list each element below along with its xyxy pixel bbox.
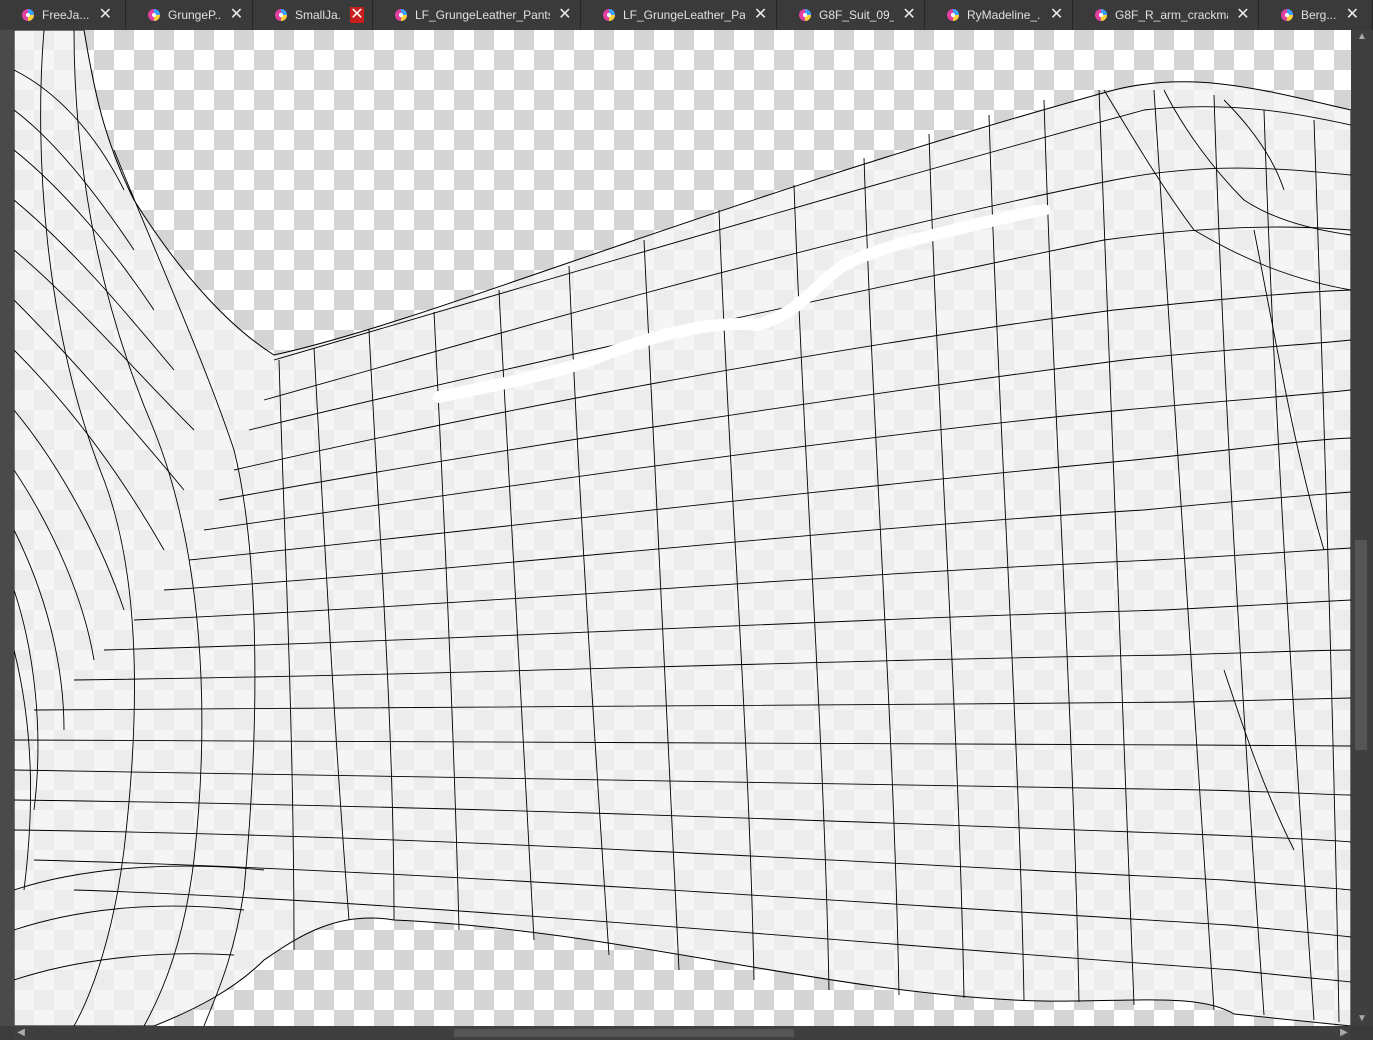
document-color-wheel-icon [1093, 7, 1109, 23]
scroll-down-arrow-icon[interactable]: ▼ [1357, 1014, 1367, 1024]
left-gutter [0, 30, 14, 1026]
document-color-wheel-icon [20, 7, 36, 23]
tab-title: G8F_Suit_09_... [819, 8, 894, 22]
document-color-wheel-icon [945, 7, 961, 23]
tab-title: LF_GrungeLeather_Pants... [415, 8, 550, 22]
scroll-right-arrow-icon[interactable]: ▶ [1339, 1028, 1349, 1038]
tab-5[interactable]: G8F_Suit_09_... ✕ [777, 0, 925, 30]
close-icon[interactable]: ✕ [753, 7, 768, 23]
vertical-scrollbar[interactable]: ▲ ▼ [1351, 30, 1373, 1026]
tab-3[interactable]: LF_GrungeLeather_Pants... ✕ [373, 0, 581, 30]
close-icon[interactable]: ✕ [1236, 7, 1250, 23]
tab-2[interactable]: SmallJa... ✕ [253, 0, 373, 30]
texture-canvas[interactable] [14, 30, 1351, 1026]
document-color-wheel-icon [393, 7, 409, 23]
close-icon[interactable]: ✕ [97, 7, 113, 23]
document-tab-bar: FreeJa... ✕ GrungeP... ✕ SmallJa... ✕ LF… [0, 0, 1373, 31]
horizontal-scrollbar[interactable]: ◀ ▶ [14, 1026, 1351, 1040]
close-icon[interactable]: ✕ [1344, 7, 1360, 23]
horizontal-scroll-thumb[interactable] [454, 1029, 794, 1037]
scrollbar-corner [1351, 1026, 1373, 1040]
tab-title: SmallJa... [295, 8, 342, 22]
close-icon[interactable]: ✕ [902, 7, 916, 23]
document-color-wheel-icon [1279, 7, 1295, 23]
tab-title: FreeJa... [42, 8, 90, 22]
tab-0[interactable]: FreeJa... ✕ [0, 0, 126, 30]
close-icon[interactable]: ✕ [558, 7, 572, 23]
close-icon[interactable]: ✕ [349, 7, 364, 23]
scroll-left-arrow-icon[interactable]: ◀ [16, 1028, 26, 1038]
tab-title: LF_GrungeLeather_Pa... [623, 8, 746, 22]
tab-title: Berg... [1301, 8, 1337, 22]
tab-4[interactable]: LF_GrungeLeather_Pa... ✕ [581, 0, 777, 30]
document-color-wheel-icon [146, 7, 162, 23]
scroll-up-arrow-icon[interactable]: ▲ [1357, 32, 1367, 42]
tab-1[interactable]: GrungeP... ✕ [126, 0, 253, 30]
close-icon[interactable]: ✕ [229, 7, 244, 23]
vertical-scroll-thumb[interactable] [1355, 540, 1367, 750]
document-color-wheel-icon [797, 7, 813, 23]
uv-mesh-overlay [14, 30, 1351, 1026]
tab-8[interactable]: Berg... ✕ [1259, 0, 1373, 30]
tab-title: RyMadeline_... [967, 8, 1042, 22]
tab-7[interactable]: G8F_R_arm_crackma... ✕ [1073, 0, 1259, 30]
tab-6[interactable]: RyMadeline_... ✕ [925, 0, 1073, 30]
close-icon[interactable]: ✕ [1049, 7, 1064, 23]
tab-title: GrungeP... [168, 8, 221, 22]
tab-title: G8F_R_arm_crackma... [1115, 8, 1228, 22]
document-color-wheel-icon [601, 7, 617, 23]
document-color-wheel-icon [273, 7, 289, 23]
